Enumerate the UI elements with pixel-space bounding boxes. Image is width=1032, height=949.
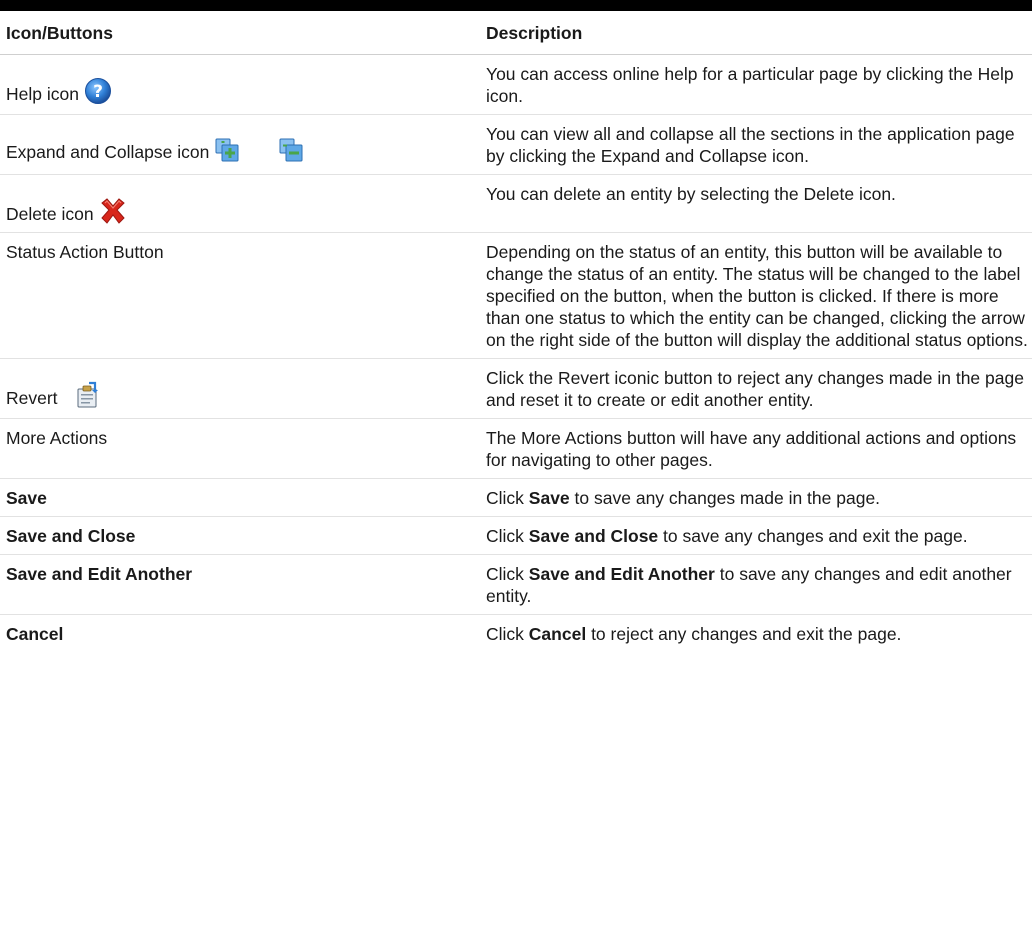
row-label: Cancel bbox=[6, 624, 64, 644]
help-icon[interactable]: ? bbox=[84, 77, 112, 105]
table-row: Delete icon You can delete an entity by … bbox=[0, 174, 1032, 233]
desc-post: to save any changes made in the page. bbox=[574, 488, 881, 508]
row-label: Delete icon bbox=[6, 204, 94, 224]
row-label-cell: Expand and Collapse icon bbox=[0, 114, 484, 175]
row-desc: Click the Revert iconic button to reject… bbox=[484, 358, 1032, 419]
desc-pre: Click bbox=[486, 488, 524, 508]
row-desc: Click Save to save any changes made in t… bbox=[484, 478, 1032, 517]
row-desc: Depending on the status of an entity, th… bbox=[484, 232, 1032, 359]
desc-bold: Save and Edit Another bbox=[528, 564, 715, 584]
row-label: Save and Close bbox=[0, 516, 484, 555]
row-desc: Click Cancel to reject any changes and e… bbox=[484, 615, 1032, 653]
desc-pre: Click bbox=[486, 624, 524, 644]
row-label: Status Action Button bbox=[0, 232, 484, 359]
icons-buttons-table: Icon/Buttons Description Help icon ? You… bbox=[0, 11, 1032, 652]
table-row: Status Action Button Depending on the st… bbox=[0, 232, 1032, 359]
revert-icon[interactable] bbox=[75, 381, 99, 409]
table-row: Help icon ? You can access online help f… bbox=[0, 54, 1032, 115]
row-desc: Click Save and Edit Another to save any … bbox=[484, 554, 1032, 615]
desc-bold: Cancel bbox=[528, 624, 587, 644]
row-label: Expand and Collapse icon bbox=[6, 142, 210, 162]
desc-bold: Save and Close bbox=[528, 526, 659, 546]
row-label: More Actions bbox=[0, 418, 484, 479]
table-row: Save Click Save to save any changes made… bbox=[0, 478, 1032, 517]
table-row: Cancel Click Cancel to reject any change… bbox=[0, 615, 1032, 653]
svg-text:?: ? bbox=[93, 82, 103, 102]
row-desc: Click Save and Close to save any changes… bbox=[484, 516, 1032, 555]
header-description: Description bbox=[484, 11, 1032, 55]
document-page: Icon/Buttons Description Help icon ? You… bbox=[0, 0, 1032, 949]
desc-pre: Click bbox=[486, 564, 524, 584]
row-label-cell: Help icon ? bbox=[0, 54, 484, 115]
row-label-cell: Revert bbox=[0, 358, 484, 419]
row-label-cell: Delete icon bbox=[0, 174, 484, 233]
delete-icon[interactable] bbox=[98, 197, 128, 225]
row-desc: The More Actions button will have any ad… bbox=[484, 418, 1032, 479]
table-row: Save and Close Click Save and Close to s… bbox=[0, 516, 1032, 555]
row-desc: You can delete an entity by selecting th… bbox=[484, 174, 1032, 233]
table-row: Save and Edit Another Click Save and Edi… bbox=[0, 554, 1032, 615]
top-rule bbox=[0, 0, 1032, 11]
expand-all-icon[interactable] bbox=[214, 137, 240, 163]
desc-post: to reject any changes and exit the page. bbox=[591, 624, 902, 644]
row-label: Help icon bbox=[6, 84, 79, 104]
table-row: More Actions The More Actions button wil… bbox=[0, 418, 1032, 479]
table-header-row: Icon/Buttons Description bbox=[0, 11, 1032, 55]
table-row: Revert Click the Revert iconic button to… bbox=[0, 358, 1032, 419]
row-label: Save bbox=[0, 478, 484, 517]
collapse-all-icon[interactable] bbox=[278, 137, 304, 163]
row-label: Save and Edit Another bbox=[0, 554, 484, 615]
desc-post: to save any changes and exit the page. bbox=[663, 526, 968, 546]
row-label: Revert bbox=[6, 388, 58, 408]
table-row: Expand and Collapse icon You can view al… bbox=[0, 114, 1032, 175]
header-icon-buttons: Icon/Buttons bbox=[0, 11, 484, 55]
row-desc: You can access online help for a particu… bbox=[484, 54, 1032, 115]
desc-bold: Save bbox=[528, 488, 570, 508]
desc-pre: Click bbox=[486, 526, 524, 546]
row-desc: You can view all and collapse all the se… bbox=[484, 114, 1032, 175]
